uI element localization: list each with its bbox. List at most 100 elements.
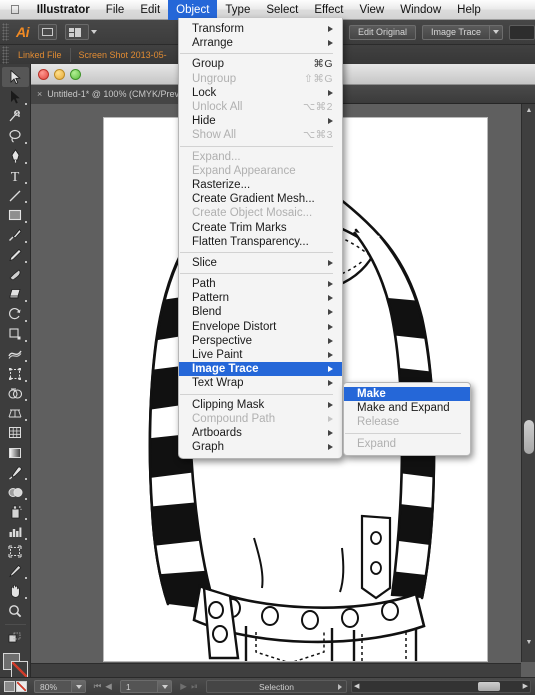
linked-file-name[interactable]: Screen Shot 2013-05-: [79, 50, 167, 60]
menu-illustrator[interactable]: Illustrator: [29, 0, 98, 20]
pen-tool[interactable]: [2, 146, 29, 166]
paintbrush-tool[interactable]: [2, 225, 29, 245]
menu-item-artboards[interactable]: Artboards: [179, 426, 342, 440]
menu-item-create-gradient-mesh[interactable]: Create Gradient Mesh...: [179, 192, 342, 206]
fill-stroke-swatches[interactable]: [2, 652, 29, 678]
opacity-field[interactable]: [509, 24, 535, 40]
image-trace-preset-combo[interactable]: Image Trace: [421, 24, 503, 40]
lasso-tool[interactable]: [2, 126, 29, 146]
menu-item-arrange[interactable]: Arrange: [179, 36, 342, 50]
status-stroke-swatch[interactable]: [16, 681, 27, 692]
workspace-switcher-button[interactable]: [65, 24, 89, 40]
free-transform-tool[interactable]: [2, 364, 29, 384]
pencil-tool[interactable]: [2, 245, 29, 265]
zoom-level-field[interactable]: 80%: [34, 680, 86, 693]
column-graph-tool[interactable]: [2, 522, 29, 542]
status-fill-swatch[interactable]: [4, 681, 15, 692]
eyedropper-tool[interactable]: [2, 463, 29, 483]
blob-brush-tool[interactable]: [2, 265, 29, 285]
vertical-scroll-thumb[interactable]: [524, 420, 534, 454]
menu-item-create-trim-marks[interactable]: Create Trim Marks: [179, 220, 342, 234]
menu-effect[interactable]: Effect: [306, 0, 351, 20]
artboard-tool[interactable]: [2, 542, 29, 562]
arrange-documents-button[interactable]: [38, 24, 57, 40]
zoom-chevron-down-icon[interactable]: [71, 681, 85, 692]
hand-tool[interactable]: [2, 581, 29, 601]
secondary-bar-grip[interactable]: [2, 45, 9, 64]
chevron-down-icon[interactable]: [489, 25, 502, 39]
menu-item-transform[interactable]: Transform: [179, 22, 342, 36]
image-trace-submenu[interactable]: Make Make and Expand Release Expand: [343, 382, 471, 456]
menu-window[interactable]: Window: [392, 0, 449, 20]
object-dropdown-menu[interactable]: Transform Arrange Group ⌘G Ungroup ⇧⌘G Lock Unl…: [178, 18, 343, 460]
scale-tool[interactable]: [2, 324, 29, 344]
shape-builder-tool[interactable]: [2, 384, 29, 404]
status-chevron-icon[interactable]: [338, 684, 342, 690]
rectangle-tool[interactable]: [2, 205, 29, 225]
menu-item-group[interactable]: Group ⌘G: [179, 57, 342, 71]
minimize-window-button[interactable]: [54, 69, 65, 80]
edit-original-button[interactable]: Edit Original: [348, 24, 416, 40]
workspace-chevron-down-icon[interactable]: [91, 30, 97, 34]
type-tool[interactable]: T: [2, 166, 29, 186]
scroll-right-icon[interactable]: ▶: [523, 683, 528, 691]
zoom-tool[interactable]: [2, 601, 29, 621]
status-scroll-thumb[interactable]: [478, 682, 500, 691]
menu-item-text-wrap[interactable]: Text Wrap: [179, 376, 342, 390]
menu-type[interactable]: Type: [217, 0, 258, 20]
menu-item-lock[interactable]: Lock: [179, 86, 342, 100]
scroll-down-icon[interactable]: ▼: [522, 636, 535, 649]
menu-item-path[interactable]: Path: [179, 277, 342, 291]
control-bar-grip[interactable]: [2, 23, 9, 41]
line-segment-tool[interactable]: [2, 186, 29, 206]
mesh-tool[interactable]: [2, 423, 29, 443]
system-menu-bar[interactable]:  Illustrator File Edit Object Type Sele…: [0, 0, 535, 20]
artboard-number-field[interactable]: 1: [120, 680, 172, 693]
drawing-mode-button[interactable]: [2, 628, 29, 648]
artboard-chevron-down-icon[interactable]: [157, 681, 171, 692]
direct-selection-tool[interactable]: [2, 87, 29, 107]
symbol-sprayer-tool[interactable]: [2, 502, 29, 522]
menu-item-hide[interactable]: Hide: [179, 114, 342, 128]
menu-item-perspective[interactable]: Perspective: [179, 334, 342, 348]
status-indicator[interactable]: Selection: [206, 680, 347, 693]
previous-artboard-icon[interactable]: ◀: [103, 681, 114, 692]
eraser-tool[interactable]: [2, 285, 29, 305]
zoom-window-button[interactable]: [70, 69, 81, 80]
menu-view[interactable]: View: [352, 0, 393, 20]
perspective-grid-tool[interactable]: [2, 403, 29, 423]
menu-item-pattern[interactable]: Pattern: [179, 291, 342, 305]
menu-item-make-and-expand[interactable]: Make and Expand: [344, 401, 470, 415]
menu-file[interactable]: File: [98, 0, 133, 20]
magic-wand-tool[interactable]: [2, 107, 29, 127]
menu-item-image-trace[interactable]: Image Trace: [179, 362, 342, 377]
menu-edit[interactable]: Edit: [132, 0, 168, 20]
menu-item-flatten-transparency[interactable]: Flatten Transparency...: [179, 235, 342, 249]
menu-item-envelope-distort[interactable]: Envelope Distort: [179, 320, 342, 334]
gradient-tool[interactable]: [2, 443, 29, 463]
menu-item-slice[interactable]: Slice: [179, 256, 342, 270]
menu-item-rasterize[interactable]: Rasterize...: [179, 178, 342, 192]
tools-panel[interactable]: T: [0, 64, 31, 678]
blend-tool[interactable]: [2, 482, 29, 502]
first-artboard-icon[interactable]: ⏮: [92, 681, 103, 692]
status-horizontal-scrollbar[interactable]: ◀ ▶: [351, 680, 531, 693]
slice-tool[interactable]: [2, 562, 29, 582]
menu-select[interactable]: Select: [258, 0, 306, 20]
status-fill-stroke-swatch[interactable]: [4, 681, 28, 692]
menu-object[interactable]: Object: [168, 0, 218, 20]
selection-tool[interactable]: [1, 67, 29, 87]
menu-item-blend[interactable]: Blend: [179, 305, 342, 319]
menu-item-graph[interactable]: Graph: [179, 440, 342, 454]
rotate-tool[interactable]: [2, 304, 29, 324]
status-bar[interactable]: 80% ⏮ ◀ 1 ▶ ⏯ Selection ◀ ▶: [0, 677, 535, 695]
close-tab-icon[interactable]: ×: [37, 89, 42, 99]
menu-item-live-paint[interactable]: Live Paint: [179, 348, 342, 362]
next-artboard-icon[interactable]: ▶: [178, 681, 189, 692]
vertical-scrollbar[interactable]: ▲ ▼: [521, 104, 535, 662]
menu-item-make[interactable]: Make: [344, 387, 470, 402]
apple-menu-icon[interactable]: : [0, 0, 29, 20]
close-window-button[interactable]: [38, 69, 49, 80]
menu-help[interactable]: Help: [449, 0, 489, 20]
scroll-left-icon[interactable]: ◀: [354, 683, 359, 691]
